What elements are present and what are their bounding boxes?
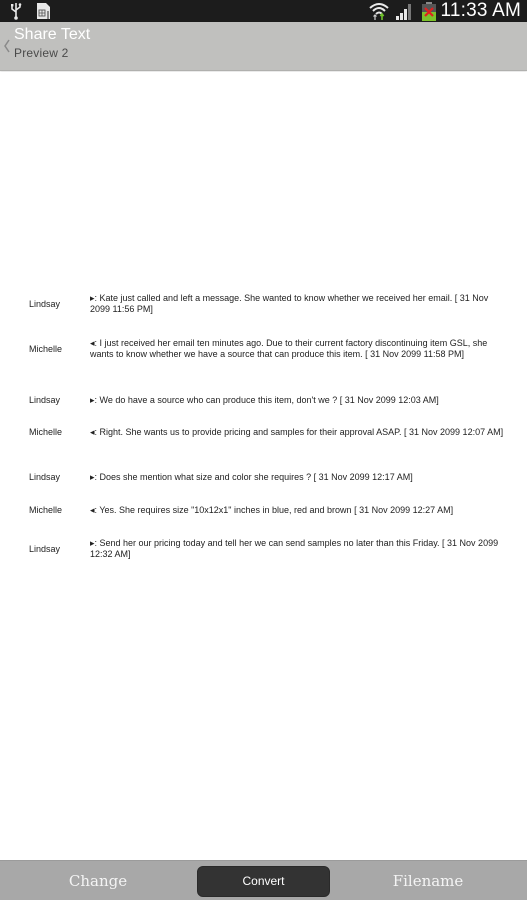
message-sender: Lindsay [29,543,61,554]
filename-button[interactable]: Filename [360,861,496,900]
chevron-left-icon[interactable] [3,39,11,53]
message-row: Lindsay ▸: Does she mention what size an… [0,472,527,483]
message-sender: Lindsay [29,395,61,405]
message-text: ▸: We do have a source who can produce t… [90,395,439,405]
message-sender: Lindsay [29,298,61,309]
message-text: ▸: Does she mention what size and color … [90,472,413,482]
status-bar: 11:33 AM [0,0,527,22]
signal-icon [396,4,411,20]
message-row: Lindsay ▸: Send her our pricing today an… [0,538,527,560]
page-subtitle: Preview 2 [14,46,69,60]
convert-button[interactable]: Convert [197,866,330,897]
message-sender: Michelle [29,427,63,437]
wifi-icon [369,3,389,20]
message-text: ▸: Kate just called and left a message. … [90,293,489,314]
text-preview: Lindsay ▸: Kate just called and left a m… [0,72,527,860]
message-row: Michelle ◂: I just received her email te… [0,338,527,360]
message-text: ◂: Right. She wants us to provide pricin… [90,427,504,437]
sim-card-icon [37,3,50,19]
message-text: ◂: I just received her email ten minutes… [90,338,488,359]
usb-icon [11,3,22,20]
message-sender: Lindsay [29,472,61,482]
message-text: ▸: Send her our pricing today and tell h… [90,538,499,559]
message-sender: Michelle [29,505,63,515]
message-row: Lindsay ▸: We do have a source who can p… [0,395,527,406]
message-text: ◂: Yes. She requires size "10x12x1" inch… [90,505,454,515]
clock: 11:33 AM [440,0,521,21]
action-bar: Share Text Preview 2 [0,22,527,71]
message-row: Michelle ◂: Yes. She requires size "10x1… [0,505,527,516]
message-row: Lindsay ▸: Kate just called and left a m… [0,293,527,315]
bottom-bar: Change Convert Filename [0,860,527,900]
change-button[interactable]: Change [30,861,166,900]
message-sender: Michelle [29,343,63,354]
message-row: Michelle ◂: Right. She wants us to provi… [0,427,527,438]
page-title[interactable]: Share Text [14,26,90,44]
battery-icon [422,2,436,21]
